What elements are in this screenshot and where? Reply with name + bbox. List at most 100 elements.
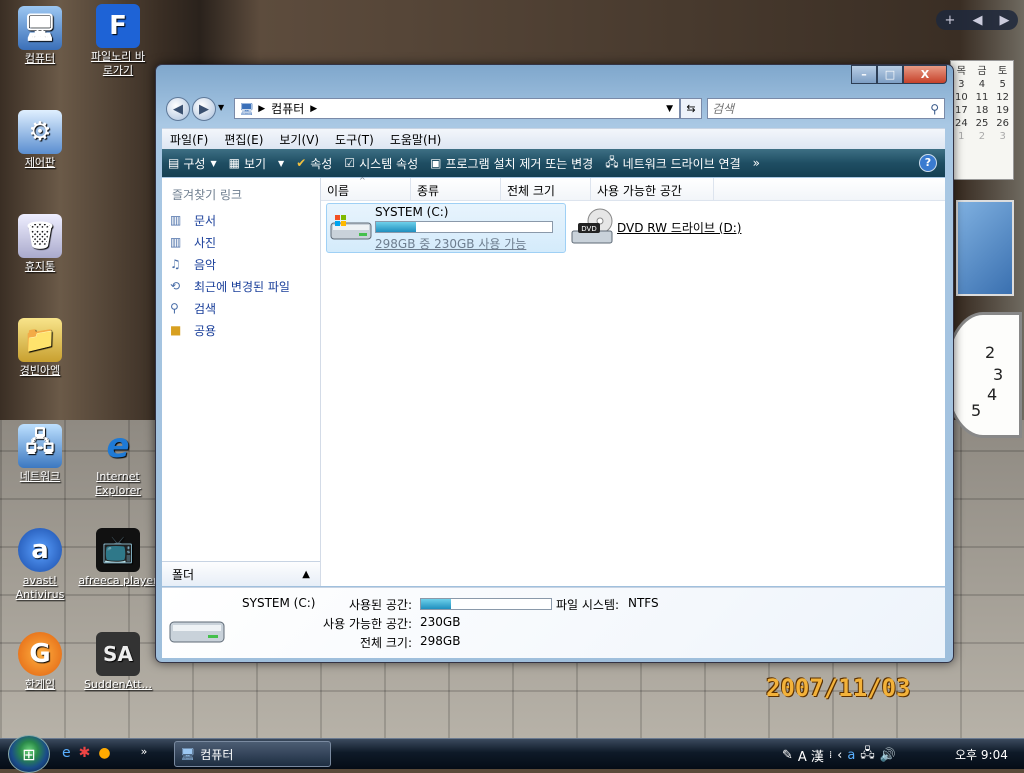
windows-logo-icon: ⊞ bbox=[22, 744, 36, 764]
desktop-icon-afreeca[interactable]: 📺 afreeca player bbox=[78, 528, 158, 588]
help-button[interactable]: ? bbox=[919, 154, 937, 172]
close-button[interactable]: X bbox=[903, 65, 947, 84]
documents-icon: ▥ bbox=[170, 213, 182, 227]
control-panel-icon: ⚙ bbox=[18, 110, 62, 154]
ime-options-icon[interactable]: ⁞ bbox=[829, 750, 832, 761]
nav-search[interactable]: ⚲ 검색 bbox=[162, 297, 320, 319]
drive-d-name: DVD RW 드라이브 (D:) bbox=[617, 220, 742, 235]
desktop-icon-network[interactable]: 🖧 네트워크 bbox=[0, 424, 80, 484]
slideshow-gadget[interactable] bbox=[956, 200, 1014, 296]
desktop-icon-computer[interactable]: 🖥 컴퓨터 bbox=[0, 6, 80, 66]
calendar-day: 5 bbox=[999, 79, 1006, 90]
navigation-pane: 즐겨찾기 링크 ▥ 문서 ▥ 사진 ♫ 음악 ⟲ 최근에 변경된 파일 ⚲ 검색 ■ 공용 bbox=[162, 178, 321, 586]
file-system-label: 파일 시스템: bbox=[556, 598, 620, 612]
desktop-icon-filenori[interactable]: F 파일노리 바로가기 bbox=[78, 4, 158, 78]
show-hidden-icons-icon[interactable]: ‹ bbox=[837, 748, 842, 763]
pictures-icon: ▥ bbox=[170, 235, 182, 249]
search-input[interactable] bbox=[708, 100, 926, 117]
desktop-icon-control-panel[interactable]: ⚙ 제어판 bbox=[0, 110, 80, 170]
sudden-attack-icon: SA bbox=[96, 632, 140, 676]
address-dropdown-icon[interactable]: ▼ bbox=[666, 104, 679, 114]
column-type[interactable]: 종류 bbox=[411, 178, 501, 200]
desktop-icon-sudden-attack[interactable]: SA SuddenAtt... bbox=[78, 632, 158, 692]
calendar-day: 3 bbox=[958, 79, 965, 90]
chevron-up-icon: ▲ bbox=[302, 568, 310, 580]
properties-button[interactable]: ✔ 속성 bbox=[290, 155, 338, 172]
clock-number: 3 bbox=[993, 365, 1004, 384]
network-drive-icon: 🖧 bbox=[605, 154, 619, 169]
menu-file[interactable]: 파일(F) bbox=[162, 131, 216, 148]
menu-help[interactable]: 도움말(H) bbox=[382, 131, 450, 148]
hangame-icon[interactable]: ● bbox=[98, 745, 110, 761]
forward-button[interactable]: ▶ bbox=[192, 97, 216, 121]
calendar-gadget[interactable]: 목금토 345 10 11 12 17 18 19 24 25 26 123 bbox=[950, 60, 1014, 180]
address-bar[interactable]: 🖥 ▶ 컴퓨터 ▶ ▼ bbox=[234, 98, 680, 119]
desktop-icon-recycle-bin[interactable]: 🗑 휴지통 bbox=[0, 214, 80, 274]
drive-c[interactable]: SYSTEM (C:) 298GB 중 230GB 사용 가능 bbox=[326, 203, 566, 253]
nav-recent-files[interactable]: ⟲ 최근에 변경된 파일 bbox=[162, 275, 320, 297]
menu-edit[interactable]: 편집(E) bbox=[216, 131, 271, 148]
nav-documents[interactable]: ▥ 문서 bbox=[162, 209, 320, 231]
more-commands-button[interactable]: » bbox=[747, 156, 766, 170]
organize-button[interactable]: ▤ 구성 ▼ bbox=[162, 155, 223, 172]
back-arrow-icon: ◀ bbox=[173, 101, 183, 117]
back-button[interactable]: ◀ bbox=[166, 97, 190, 121]
nav-public[interactable]: ■ 공용 bbox=[162, 319, 320, 341]
volume-icon[interactable]: 🔊 bbox=[880, 748, 896, 763]
media-icon[interactable]: ✱ bbox=[79, 745, 91, 761]
prev-gadget-icon[interactable]: ◀ bbox=[972, 13, 982, 28]
chevron-down-icon: ▼ bbox=[210, 158, 217, 168]
internet-explorer-icon[interactable]: e bbox=[62, 745, 71, 761]
calendar-day: 4 bbox=[978, 79, 986, 90]
menu-tools[interactable]: 도구(T) bbox=[327, 131, 382, 148]
calendar-day: 2 bbox=[978, 131, 986, 142]
avast-icon: a bbox=[18, 528, 62, 572]
column-free-space[interactable]: 사용 가능한 공간 bbox=[591, 178, 714, 200]
quick-launch-more-icon[interactable]: » bbox=[141, 745, 148, 761]
search-icon[interactable]: ⚲ bbox=[925, 102, 944, 116]
nav-pictures[interactable]: ▥ 사진 bbox=[162, 231, 320, 253]
calendar-day: 3 bbox=[999, 131, 1006, 142]
system-properties-button[interactable]: ☑ 시스템 속성 bbox=[338, 155, 424, 172]
desktop-icon-hangame[interactable]: G 한게임 bbox=[0, 632, 80, 692]
language-bar-icon[interactable]: ✎ bbox=[782, 748, 793, 763]
breadcrumb-chevron-icon[interactable]: ▶ bbox=[304, 104, 317, 114]
avast-tray-icon[interactable]: a bbox=[847, 748, 855, 763]
start-button[interactable]: ⊞ bbox=[8, 735, 50, 773]
sidebar-gadget-controls[interactable]: + ◀ ▶ bbox=[936, 10, 1018, 30]
minimize-button[interactable]: – bbox=[851, 65, 877, 84]
command-bar: ▤ 구성 ▼ ▦ 보기 ▼ ✔ 속성 ☑ 시스템 속성 ▣ 프로그램 설치 제거… bbox=[162, 149, 945, 177]
folders-toggle[interactable]: 폴더 ▲ bbox=[162, 561, 320, 586]
folders-label: 폴더 bbox=[172, 567, 195, 582]
desktop-icon-avast[interactable]: a avast! Antivirus bbox=[0, 528, 80, 602]
maximize-button[interactable]: □ bbox=[877, 65, 903, 84]
next-gadget-icon[interactable]: ▶ bbox=[999, 13, 1009, 28]
column-name[interactable]: 이름 ^ bbox=[321, 176, 411, 200]
photo-date-stamp: 2007/11/03 bbox=[766, 674, 911, 702]
desktop-icon-internet-explorer[interactable]: e Internet Explorer bbox=[78, 424, 158, 498]
address-row: ◀ ▶ ▼ 🖥 ▶ 컴퓨터 ▶ ▼ ⇆ ⚲ bbox=[164, 95, 945, 121]
calendar-header: 목 bbox=[956, 66, 966, 77]
breadcrumb-computer[interactable]: 컴퓨터 bbox=[271, 100, 304, 117]
recent-pages-dropdown-icon[interactable]: ▼ bbox=[218, 103, 224, 112]
drive-d[interactable]: DVD DVD RW 드라이브 (D:) bbox=[569, 205, 769, 249]
nav-music[interactable]: ♫ 음악 bbox=[162, 253, 320, 275]
breadcrumb-chevron-icon[interactable]: ▶ bbox=[258, 104, 271, 114]
refresh-button[interactable]: ⇆ bbox=[680, 98, 702, 119]
drive-preview-icon bbox=[168, 612, 228, 649]
taskbar-clock[interactable]: 오후 9:04 bbox=[955, 746, 1008, 763]
add-gadget-icon[interactable]: + bbox=[945, 13, 956, 28]
ime-indicator[interactable]: A 漢 bbox=[798, 746, 824, 765]
taskbar-button-computer[interactable]: 🖥 컴퓨터 bbox=[174, 741, 331, 767]
calendar-header: 토 bbox=[998, 66, 1008, 77]
column-headers: 이름 ^ 종류 전체 크기 사용 가능한 공간 bbox=[321, 176, 945, 201]
network-tray-icon[interactable]: 🖧 bbox=[860, 744, 875, 766]
calendar-header: 금 bbox=[977, 66, 987, 77]
favorite-links-title: 즐겨찾기 링크 bbox=[172, 188, 243, 202]
map-network-drive-button[interactable]: 🖧 네트워크 드라이브 연결 bbox=[599, 153, 746, 174]
uninstall-program-button[interactable]: ▣ 프로그램 설치 제거 또는 변경 bbox=[424, 155, 599, 172]
menu-view[interactable]: 보기(V) bbox=[271, 131, 327, 148]
views-button[interactable]: ▦ 보기 ▼ bbox=[223, 155, 291, 172]
desktop-icon-folder[interactable]: 📁 경빈아엠 bbox=[0, 318, 80, 378]
column-total-size[interactable]: 전체 크기 bbox=[501, 178, 591, 200]
